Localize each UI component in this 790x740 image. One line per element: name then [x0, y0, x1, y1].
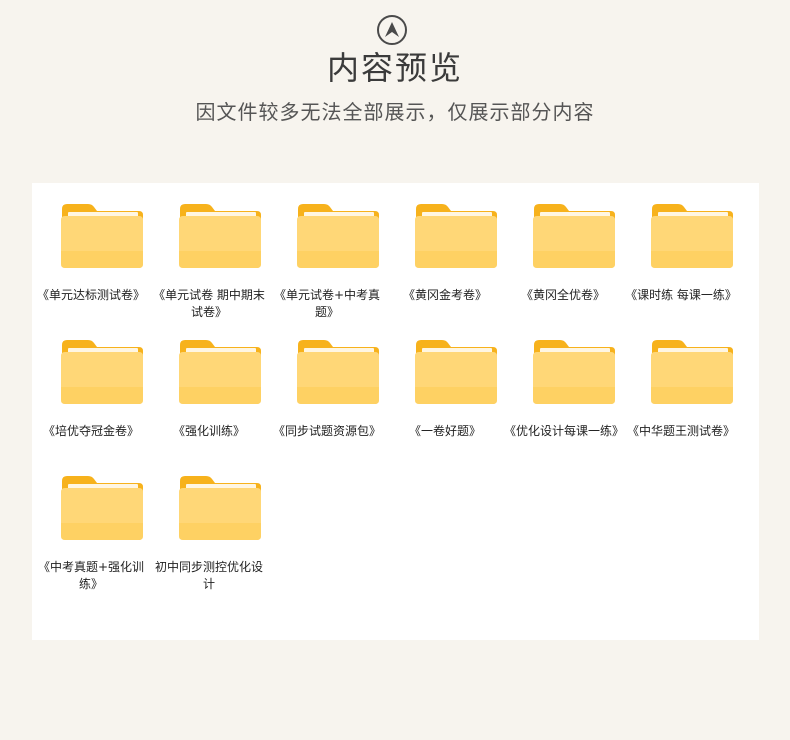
- folder-item[interactable]: 《单元试卷+中考真题》: [268, 183, 386, 319]
- folder-item[interactable]: 《同步试题资源包》: [268, 319, 386, 455]
- folder-label: 《单元试卷 期中期末试卷》: [153, 288, 265, 319]
- folder-icon: [414, 203, 498, 269]
- page-title: 内容预览: [326, 49, 463, 87]
- folder-item[interactable]: 《一卷好题》: [386, 319, 504, 455]
- content-preview-panel: 《单元达标测试卷》 《单元试卷 期中期末试卷》 《单元试卷+中考真题》 《黄冈金考卷》…: [32, 183, 759, 640]
- folder-icon: [178, 339, 262, 405]
- page-subtitle: 因文件较多无法全部展示，仅展示部分内容: [195, 100, 595, 124]
- folder-grid: 《单元达标测试卷》 《单元试卷 期中期末试卷》 《单元试卷+中考真题》 《黄冈金考卷》…: [32, 183, 759, 640]
- folder-item[interactable]: 《中考真题+强化训练》: [32, 455, 150, 591]
- folder-item[interactable]: 《黄冈全优卷》: [504, 183, 622, 319]
- folder-icon: [178, 475, 262, 541]
- folder-label: 《强化训练》: [172, 424, 245, 438]
- folder-label: 《培优夺冠金卷》: [42, 424, 139, 438]
- folder-icon: [414, 339, 498, 405]
- folder-label: 《中华题王测试卷》: [626, 424, 735, 438]
- folder-item[interactable]: 《优化设计每课一练》: [504, 319, 625, 455]
- folder-icon: [650, 203, 734, 269]
- folder-label: 《黄冈金考卷》: [402, 288, 487, 302]
- folder-item[interactable]: 《单元达标测试卷》: [32, 183, 150, 319]
- folder-item[interactable]: 初中同步测控优化设计: [150, 455, 268, 591]
- folder-item[interactable]: 《课时练 每课一练》: [622, 183, 740, 319]
- folder-label: 《一卷好题》: [408, 424, 481, 438]
- folder-label: 《同步试题资源包》: [272, 424, 381, 438]
- upward-arrow-circle-icon: [377, 15, 407, 45]
- folder-label: 《优化设计每课一练》: [504, 424, 625, 438]
- folder-item[interactable]: 《黄冈金考卷》: [386, 183, 504, 319]
- folder-icon: [60, 475, 144, 541]
- folder-label: 初中同步测控优化设计: [154, 560, 263, 591]
- folder-item[interactable]: 《强化训练》: [150, 319, 268, 455]
- folder-label: 《单元试卷+中考真题》: [273, 288, 381, 319]
- folder-icon: [532, 203, 616, 269]
- folder-label: 《黄冈全优卷》: [520, 288, 605, 302]
- folder-icon: [650, 339, 734, 405]
- folder-icon: [60, 203, 144, 269]
- folder-label: 《课时练 每课一练》: [625, 288, 737, 302]
- folder-item[interactable]: 《培优夺冠金卷》: [32, 319, 150, 455]
- folder-label: 《中考真题+强化训练》: [37, 560, 145, 591]
- folder-icon: [178, 203, 262, 269]
- folder-item[interactable]: 《中华题王测试卷》: [622, 319, 740, 455]
- folder-item[interactable]: 《单元试卷 期中期末试卷》: [150, 183, 268, 319]
- folder-icon: [60, 339, 144, 405]
- folder-icon: [532, 339, 616, 405]
- folder-label: 《单元达标测试卷》: [36, 288, 145, 302]
- folder-icon: [296, 339, 380, 405]
- folder-icon: [296, 203, 380, 269]
